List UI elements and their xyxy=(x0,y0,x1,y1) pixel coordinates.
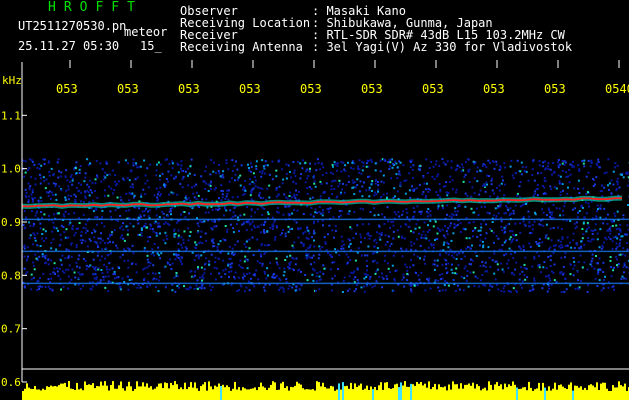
y-axis-label: kHz xyxy=(2,74,22,87)
x-tick-label: 053 xyxy=(56,82,78,96)
x-tick-label: 0540 xyxy=(605,82,629,96)
spectrogram: kHz 1.1 1.0 0.9 0.8 0.7 0.6 053 053 053 053 053 053 0… xyxy=(1,60,629,400)
x-tick-label: 053 xyxy=(239,82,261,96)
y-tick-label: 0.9 xyxy=(1,216,21,229)
x-tick-label: 053 xyxy=(300,82,322,96)
y-tick-label: 1.1 xyxy=(1,109,21,122)
y-tick-label: 0.6 xyxy=(1,376,21,389)
x-tick-label: 053 xyxy=(544,82,566,96)
x-tick-label: 053 xyxy=(117,82,139,96)
x-tick-label: 053 xyxy=(422,82,444,96)
y-tick-label: 1.0 xyxy=(1,163,21,176)
x-tick-label: 053 xyxy=(361,82,383,96)
y-tick-label: 0.8 xyxy=(1,269,21,282)
noise-band xyxy=(22,158,629,293)
y-tick-label: 0.7 xyxy=(1,323,21,336)
signal-level-bars xyxy=(22,381,629,400)
x-tick-label: 053 xyxy=(178,82,200,96)
x-tick-label: 053 xyxy=(483,82,505,96)
